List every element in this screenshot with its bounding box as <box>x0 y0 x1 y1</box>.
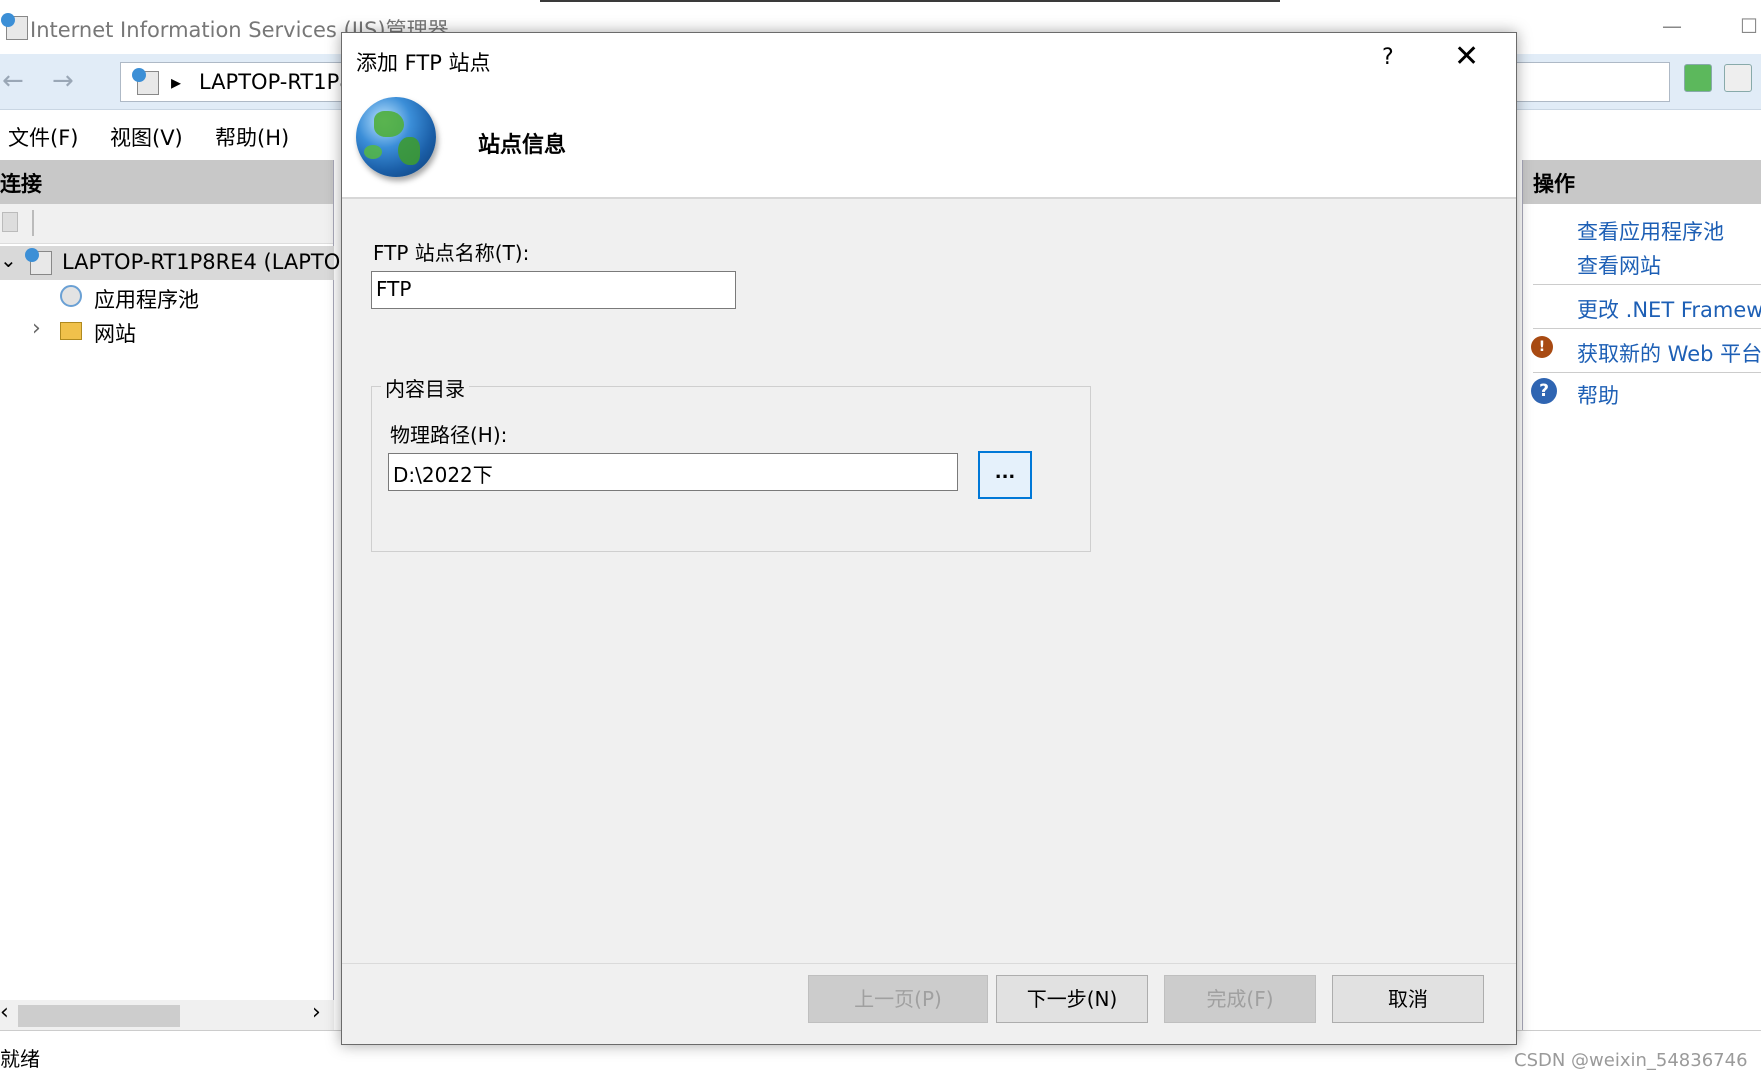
dialog-header: 站点信息 <box>342 87 1516 199</box>
actions-divider <box>1533 372 1761 373</box>
back-arrow-icon[interactable]: ← <box>2 66 24 96</box>
watermark: CSDN @weixin_54836746 <box>1514 1050 1748 1071</box>
connect-icon[interactable] <box>2 212 18 232</box>
scrollbar-thumb[interactable] <box>18 1005 180 1027</box>
connections-header: 连接 <box>0 160 333 204</box>
tree-item-server[interactable]: ⌄ LAPTOP-RT1P8RE4 (LAPTO <box>0 246 340 280</box>
iis-app-icon <box>1 13 28 40</box>
action-view-app-pools[interactable]: 查看应用程序池 <box>1577 216 1724 246</box>
action-get-web-platform[interactable]: 获取新的 Web 平台 <box>1577 338 1761 368</box>
tree-item-label: 网站 <box>94 322 136 346</box>
actions-divider <box>1533 284 1761 285</box>
actions-header: 操作 <box>1523 160 1761 204</box>
server-icon <box>25 248 52 275</box>
add-ftp-site-dialog: 添加 FTP 站点 ? ✕ 站点信息 FTP 站点名称(T): FTP 内容目录… <box>341 32 1517 1045</box>
tree-expand-icon[interactable]: › <box>32 316 41 341</box>
tree-item-label: 应用程序池 <box>94 288 199 312</box>
menu-view[interactable]: 视图(V) <box>110 122 183 152</box>
maximize-button[interactable]: ☐ <box>1740 14 1758 38</box>
dialog-footer-divider <box>342 963 1516 964</box>
site-name-label: FTP 站点名称(T): <box>373 241 530 265</box>
content-directory-label: 内容目录 <box>381 373 469 402</box>
action-help[interactable]: 帮助 <box>1577 380 1619 410</box>
forward-arrow-icon[interactable]: → <box>52 66 74 96</box>
dialog-close-button[interactable]: ✕ <box>1454 39 1479 74</box>
help-icon: ? <box>1531 378 1557 404</box>
action-change-net-framework[interactable]: 更改 .NET Framew <box>1577 294 1761 324</box>
toolbar-divider <box>32 210 34 236</box>
physical-path-input[interactable]: D:\2022下 <box>388 453 958 491</box>
dialog-help-button[interactable]: ? <box>1382 45 1394 70</box>
actions-pane: 操作 查看应用程序池 查看网站 更改 .NET Framew ! 获取新的 We… <box>1522 160 1761 1030</box>
connections-toolbar <box>0 204 333 244</box>
site-name-input[interactable]: FTP <box>371 271 736 309</box>
tree-collapse-icon[interactable]: ⌄ <box>0 248 17 272</box>
cancel-button[interactable]: 取消 <box>1332 975 1484 1023</box>
app-pool-icon <box>60 285 82 307</box>
dialog-title: 添加 FTP 站点 <box>356 51 491 75</box>
menu-file[interactable]: 文件(F) <box>8 122 78 152</box>
sites-folder-icon <box>60 322 82 340</box>
web-platform-icon: ! <box>1531 336 1553 358</box>
address-separator-icon[interactable]: ▸ <box>171 70 181 94</box>
globe-icon <box>356 97 436 177</box>
tree-item-app-pools[interactable]: 应用程序池 <box>0 280 334 314</box>
tree-item-sites[interactable]: › 网站 <box>0 314 334 348</box>
status-text: 就绪 <box>0 1047 40 1071</box>
dialog-titlebar: 添加 FTP 站点 ? ✕ <box>342 33 1516 87</box>
stop-icon[interactable] <box>1724 64 1752 92</box>
horizontal-scrollbar[interactable]: ‹ › <box>0 1000 334 1030</box>
scroll-left-icon[interactable]: ‹ <box>0 1000 9 1025</box>
titlebar-accent <box>540 0 1280 2</box>
physical-path-label: 物理路径(H): <box>390 423 508 447</box>
finish-button[interactable]: 完成(F) <box>1164 975 1316 1023</box>
menu-help[interactable]: 帮助(H) <box>215 122 289 152</box>
connections-pane: 连接 ⌄ LAPTOP-RT1P8RE4 (LAPTO 应用程序池 › 网站 ‹… <box>0 160 340 1030</box>
refresh-icon[interactable] <box>1684 64 1712 92</box>
scroll-right-icon[interactable]: › <box>312 1000 321 1025</box>
next-button[interactable]: 下一步(N) <box>996 975 1148 1023</box>
step-title: 站点信息 <box>478 133 567 158</box>
previous-button[interactable]: 上一页(P) <box>808 975 988 1023</box>
action-view-sites[interactable]: 查看网站 <box>1577 250 1661 280</box>
address-path[interactable]: LAPTOP-RT1P8 <box>199 70 353 94</box>
server-icon <box>132 68 159 95</box>
tree-item-label: LAPTOP-RT1P8RE4 (LAPTO <box>62 250 341 274</box>
browse-button[interactable]: ... <box>978 451 1032 499</box>
actions-divider <box>1533 328 1761 329</box>
minimize-button[interactable]: — <box>1662 14 1682 38</box>
